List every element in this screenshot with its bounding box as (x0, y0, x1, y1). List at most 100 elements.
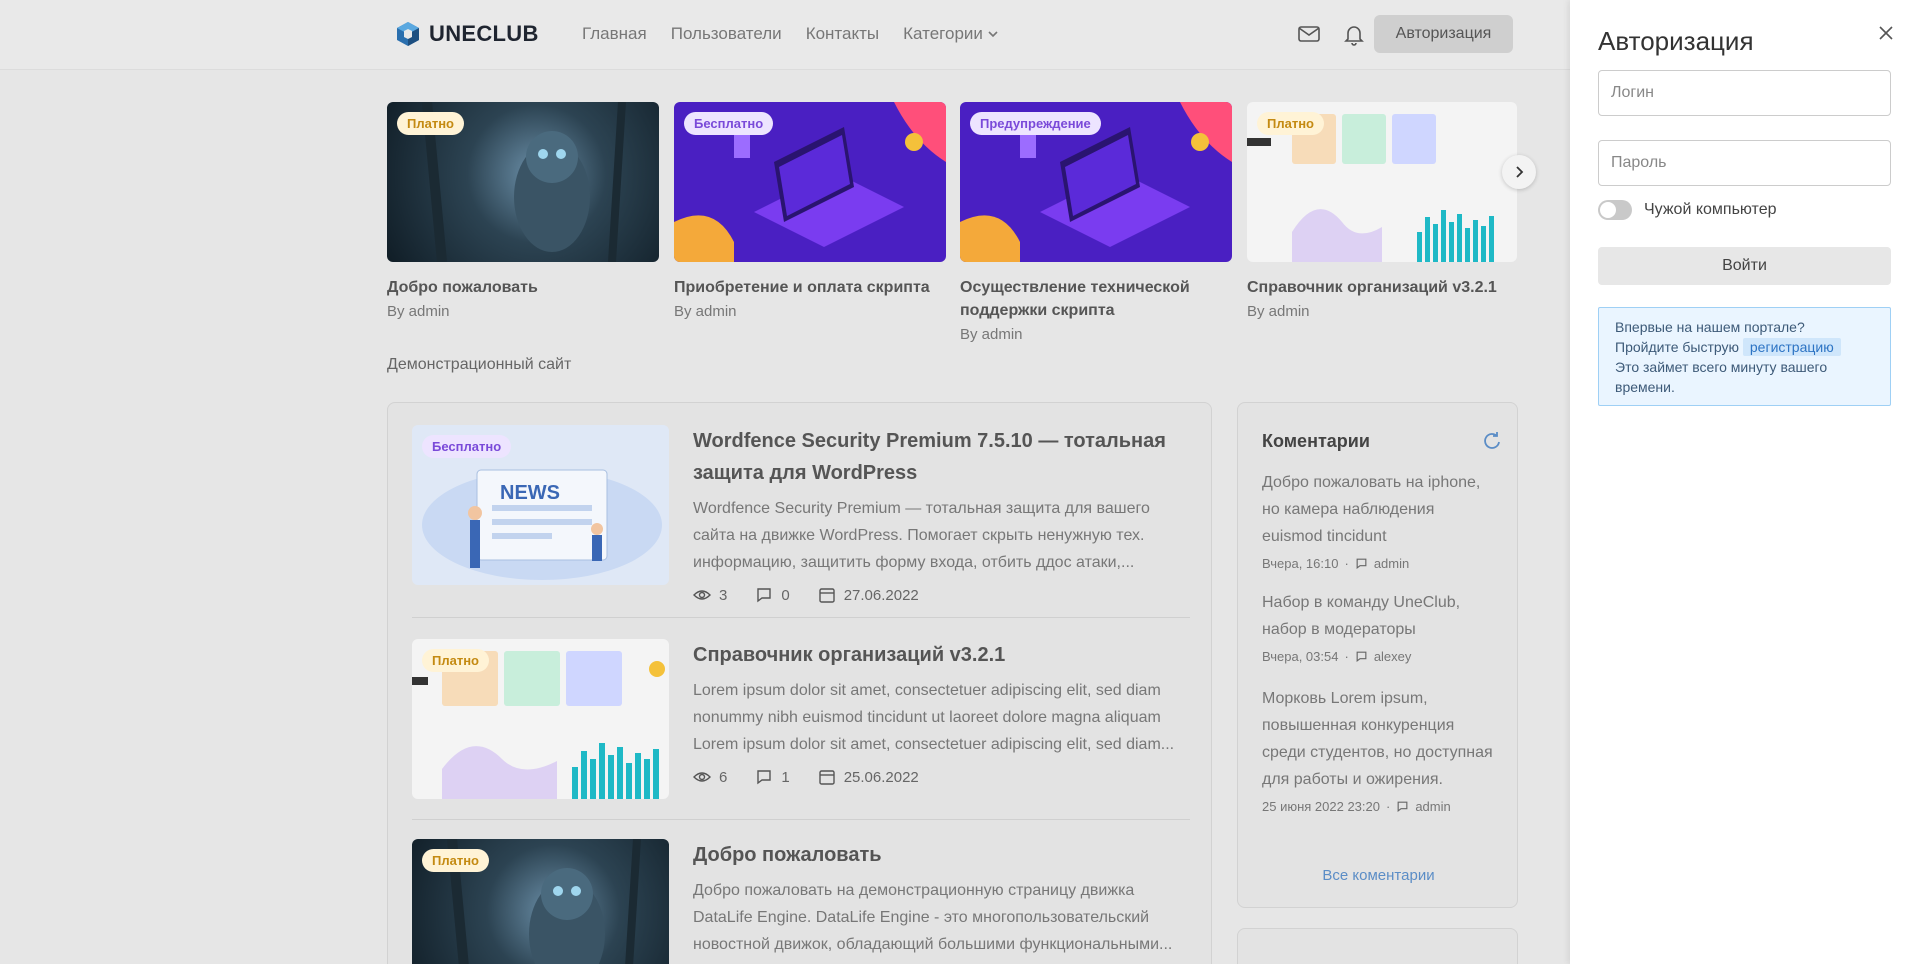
comment-icon (1356, 558, 1367, 569)
info-line: Пройдите быструю регистрацию (1615, 337, 1874, 357)
eye-icon (693, 772, 711, 782)
featured-image: Платно (387, 102, 659, 262)
comment-time: 25 июня 2022 23:20 (1262, 799, 1380, 814)
post-item[interactable]: Платно Добро пожаловать Добро пожаловать… (412, 839, 1190, 964)
foreign-computer-row: Чужой компьютер (1598, 200, 1777, 220)
cube-logo-icon (397, 22, 419, 46)
post-date: 25.06.2022 (843, 768, 919, 786)
comment-icon (757, 588, 772, 603)
comment-meta: Вчера, 16:10 · admin (1262, 556, 1410, 571)
card-author: By admin (387, 303, 450, 320)
card-title: Приобретение и оплата скрипта (674, 279, 930, 296)
price-badge: Платно (422, 649, 489, 672)
carousel-next-button[interactable] (1502, 155, 1536, 189)
login-button[interactable]: Войти (1598, 247, 1891, 285)
card-title: Добро пожаловать (387, 279, 538, 296)
featured-card[interactable]: Предупреждение Осуществление технической… (960, 102, 1232, 343)
login-input[interactable] (1598, 70, 1891, 116)
comments-count: 1 (781, 768, 790, 786)
all-comments-link[interactable]: Все коментарии (1238, 867, 1519, 884)
calendar-icon (818, 588, 835, 603)
post-body: Справочник организаций v3.2.1 Lorem ipsu… (693, 639, 1190, 786)
auth-button[interactable]: Авторизация (1374, 15, 1513, 53)
price-badge: Бесплатно (684, 112, 774, 135)
secondary-widget (1237, 928, 1518, 964)
card-author: By admin (1247, 303, 1310, 320)
widget-title: Коментарии (1262, 431, 1370, 451)
main-nav: Главная Пользователи Контакты Категории (582, 24, 999, 44)
comment-item[interactable]: Добро пожаловать на iphone, но камера на… (1262, 469, 1497, 571)
chevron-right-icon (1516, 166, 1524, 178)
info-prefix: Пройдите быструю (1615, 339, 1739, 355)
nav-contacts[interactable]: Контакты (806, 24, 879, 44)
comment-author[interactable]: admin (1415, 799, 1450, 814)
info-line: Впервые на нашем портале? (1615, 319, 1805, 335)
post-excerpt: Lorem ipsum dolor sit amet, consectetuer… (693, 682, 1175, 753)
comment-icon (1356, 651, 1367, 662)
post-meta: 3 0 27.06.2022 (693, 586, 1190, 604)
page-overlay: UNECLUB Главная Пользователи Контакты Ка… (0, 0, 1570, 964)
eye-icon (693, 590, 711, 600)
posts-list: NEWS Бесплатно Wordfence Security Premiu… (387, 402, 1212, 964)
post-image: NEWS Бесплатно (412, 425, 669, 585)
drawer-title: Авторизация (1598, 26, 1754, 56)
section-label: Демонстрационный сайт (387, 356, 572, 373)
price-badge: Платно (422, 849, 489, 872)
site-header: UNECLUB Главная Пользователи Контакты Ка… (0, 0, 1570, 70)
featured-image: Предупреждение (960, 102, 1232, 262)
post-meta: 6 1 25.06.2022 (693, 768, 1190, 786)
comment-item[interactable]: Набор в команду UneClub, набор в модерат… (1262, 589, 1497, 664)
registration-link[interactable]: регистрацию (1742, 338, 1841, 356)
post-title[interactable]: Справочник организаций v3.2.1 (693, 639, 1190, 671)
mail-icon[interactable] (1297, 22, 1321, 46)
toggle-label: Чужой компьютер (1644, 201, 1777, 218)
nav-users[interactable]: Пользователи (671, 24, 782, 44)
comment-text: Морковь Lorem ipsum, повышенная конкурен… (1262, 690, 1493, 788)
site-logo[interactable]: UNECLUB (395, 20, 539, 48)
card-title: Справочник организаций v3.2.1 (1247, 279, 1497, 296)
comment-item[interactable]: Морковь Lorem ipsum, повышенная конкурен… (1262, 685, 1497, 814)
price-badge: Бесплатно (422, 435, 512, 458)
info-line: Это займет всего минуту вашего времени. (1615, 359, 1828, 395)
comment-author[interactable]: admin (1374, 556, 1409, 571)
comments-widget: Коментарии Добро пожаловать на iphone, н… (1237, 402, 1518, 908)
comment-text: Добро пожаловать на iphone, но камера на… (1262, 474, 1481, 545)
featured-card[interactable]: Платно Справочник организаций v3.2.1 By … (1247, 102, 1517, 320)
comment-meta: Вчера, 03:54 · alexey (1262, 649, 1412, 664)
post-item[interactable]: NEWS Бесплатно Wordfence Security Premiu… (412, 425, 1190, 604)
featured-card[interactable]: Платно Добро пожаловать By admin (387, 102, 659, 320)
featured-image: Бесплатно (674, 102, 946, 262)
logo-text: UNECLUB (429, 21, 539, 46)
post-title[interactable]: Wordfence Security Premium 7.5.10 — тота… (693, 425, 1190, 489)
comment-time: Вчера, 03:54 (1262, 649, 1339, 664)
card-title: Осуществление технической поддержки скри… (960, 279, 1190, 319)
post-date: 27.06.2022 (843, 586, 919, 604)
password-input[interactable] (1598, 140, 1891, 186)
post-image: Платно (412, 839, 669, 964)
bell-icon[interactable] (1342, 22, 1366, 46)
nav-home[interactable]: Главная (582, 24, 647, 44)
registration-info: Впервые на нашем портале? Пройдите быстр… (1598, 307, 1891, 406)
foreign-computer-toggle[interactable] (1598, 200, 1632, 220)
comment-meta: 25 июня 2022 23:20 · admin (1262, 799, 1451, 814)
news-image-text: NEWS (500, 482, 560, 504)
card-author: By admin (960, 326, 1023, 343)
nav-categories-label: Категории (903, 24, 983, 43)
divider (412, 617, 1190, 618)
featured-card[interactable]: Бесплатно Приобретение и оплата скрипта … (674, 102, 946, 320)
views-count: 6 (719, 768, 728, 786)
comment-text: Набор в команду UneClub, набор в модерат… (1262, 594, 1461, 638)
close-icon[interactable] (1877, 24, 1895, 42)
card-author: By admin (674, 303, 737, 320)
refresh-icon[interactable] (1482, 431, 1502, 451)
post-title[interactable]: Добро пожаловать (693, 839, 1190, 871)
divider (412, 819, 1190, 820)
auth-drawer: Авторизация Чужой компьютер Войти Впервы… (1570, 0, 1919, 964)
nav-categories[interactable]: Категории (903, 24, 999, 44)
comments-count: 0 (781, 586, 790, 604)
post-body: Wordfence Security Premium 7.5.10 — тота… (693, 425, 1190, 604)
post-item[interactable]: Платно Справочник организаций v3.2.1 Lor… (412, 639, 1190, 799)
comment-icon (757, 770, 772, 785)
comment-author[interactable]: alexey (1374, 649, 1412, 664)
post-excerpt: Добро пожаловать на демонстрационную стр… (693, 882, 1173, 953)
